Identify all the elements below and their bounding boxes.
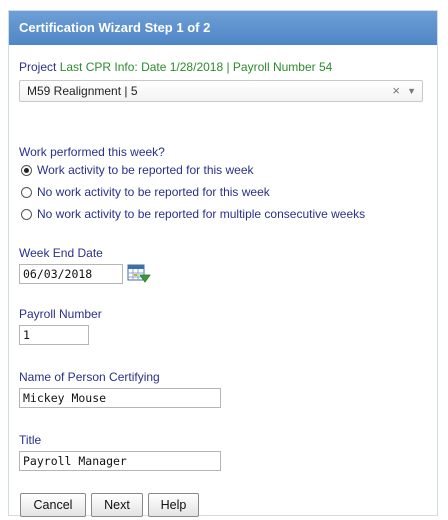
certifier-name-label: Name of Person Certifying bbox=[19, 370, 160, 384]
week-end-date-input[interactable]: 06/03/2018 bbox=[19, 264, 123, 284]
help-button[interactable]: Help bbox=[148, 493, 199, 517]
week-end-date-label: Week End Date bbox=[19, 246, 103, 260]
radio-button[interactable] bbox=[21, 208, 32, 220]
work-performed-question: Work performed this week? bbox=[19, 145, 165, 159]
title-label: Title bbox=[19, 433, 42, 447]
payroll-number-label: Payroll Number bbox=[19, 307, 102, 321]
wizard-title-bar: Certification Wizard Step 1 of 2 bbox=[9, 11, 437, 45]
cancel-button[interactable]: Cancel bbox=[20, 493, 86, 517]
next-button[interactable]: Next bbox=[91, 493, 143, 517]
radio-label[interactable]: No work activity to be reported for mult… bbox=[37, 207, 365, 221]
last-cpr-info: Last CPR Info: Date 1/28/2018 | Payroll … bbox=[59, 60, 333, 74]
certifier-name-input[interactable]: Mickey Mouse bbox=[19, 388, 221, 408]
clear-icon[interactable]: × bbox=[392, 81, 400, 101]
chevron-down-icon[interactable]: ▼ bbox=[407, 81, 416, 101]
radio-label[interactable]: Work activity to be reported for this we… bbox=[37, 163, 254, 177]
wizard-title: Certification Wizard Step 1 of 2 bbox=[19, 20, 211, 35]
project-select[interactable]: M59 Realignment | 5 × ▼ bbox=[19, 80, 423, 102]
radio-option-work-activity[interactable]: Work activity to be reported for this we… bbox=[21, 162, 254, 178]
radio-button[interactable] bbox=[21, 186, 32, 198]
radio-button[interactable] bbox=[21, 164, 32, 176]
payroll-number-input[interactable]: 1 bbox=[19, 325, 89, 345]
radio-option-no-work-this-week[interactable]: No work activity to be reported for this… bbox=[21, 184, 270, 200]
calendar-dropdown-icon[interactable] bbox=[127, 263, 151, 285]
radio-label[interactable]: No work activity to be reported for this… bbox=[37, 185, 270, 199]
project-line: Project Last CPR Info: Date 1/28/2018 | … bbox=[19, 60, 332, 74]
title-input[interactable]: Payroll Manager bbox=[19, 451, 221, 471]
project-select-value: M59 Realignment | 5 bbox=[27, 84, 138, 98]
project-label: Project bbox=[19, 60, 57, 74]
radio-option-no-work-multiple-weeks[interactable]: No work activity to be reported for mult… bbox=[21, 206, 365, 222]
